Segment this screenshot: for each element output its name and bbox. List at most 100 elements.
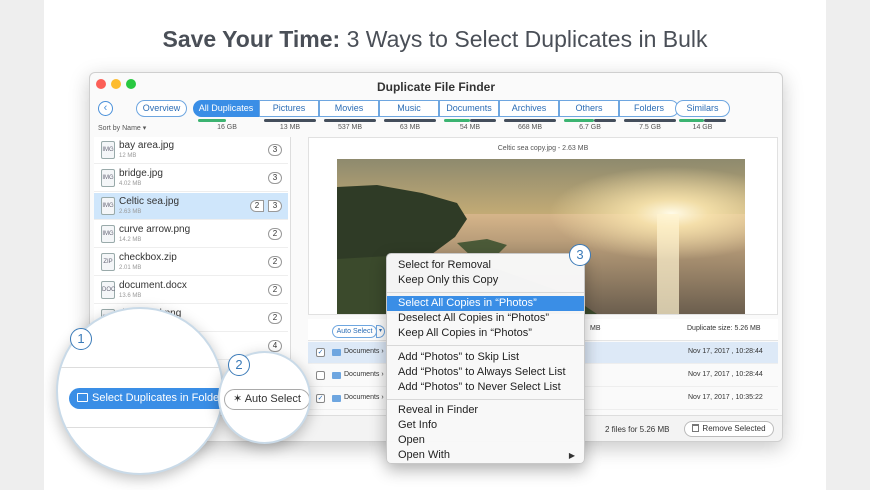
divider xyxy=(58,367,222,368)
movies-bar xyxy=(324,119,376,122)
document-file-icon: DOC xyxy=(101,281,115,299)
copies-count-badge: 2 xyxy=(268,312,282,324)
folders-bar xyxy=(624,119,676,122)
image-file-icon: IMG xyxy=(101,141,115,159)
wand-icon: ✶ xyxy=(233,393,245,405)
selection-summary: 2 files for 5.26 MB xyxy=(605,425,670,434)
submenu-arrow-icon: ▶ xyxy=(568,451,575,460)
pictures-bar xyxy=(264,119,316,122)
tab-others[interactable]: Others xyxy=(559,100,619,117)
image-file-icon: IMG xyxy=(101,169,115,187)
file-row-selected[interactable]: IMG Celtic sea.jpg 2.63 MB 2 3 xyxy=(94,193,288,220)
menu-item-open-with[interactable]: Open With ▶ xyxy=(387,448,584,463)
menu-item-select-for-removal[interactable]: Select for Removal xyxy=(387,258,584,273)
file-name: document.docx xyxy=(119,280,187,291)
similars-size: 14 GB xyxy=(692,124,713,131)
file-size: 2.01 MB xyxy=(119,265,142,271)
tab-all-duplicates[interactable]: All Duplicates xyxy=(193,100,259,117)
tab-folders[interactable]: Folders xyxy=(619,100,679,117)
menu-item-add-to-never-select[interactable]: Add “Photos” to Never Select List xyxy=(387,380,584,395)
row-checkbox[interactable]: ✓ xyxy=(316,348,325,357)
menu-item-add-to-skip-list[interactable]: Add “Photos” to Skip List xyxy=(387,350,584,365)
copies-count-badge: 4 xyxy=(268,340,282,352)
selected-count-badge: 2 xyxy=(250,200,264,212)
menu-item-keep-all-copies[interactable]: Keep All Copies in “Photos” xyxy=(387,326,584,341)
menu-separator xyxy=(387,345,584,346)
music-bar xyxy=(384,119,436,122)
row-checkbox[interactable] xyxy=(316,371,325,380)
trash-icon xyxy=(692,424,700,432)
copies-count-badge: 3 xyxy=(268,172,282,184)
documents-bar xyxy=(444,119,470,122)
tab-archives[interactable]: Archives xyxy=(499,100,559,117)
folders-size: 7.5 GB xyxy=(639,124,661,131)
menu-item-deselect-all-copies[interactable]: Deselect All Copies in “Photos” xyxy=(387,311,584,326)
step-badge-2: 2 xyxy=(228,354,250,376)
duplicate-size-label: Duplicate size: 5.26 MB xyxy=(687,325,761,332)
others-size: 6.7 GB xyxy=(579,124,601,131)
file-size: 12 MB xyxy=(119,153,137,159)
divider xyxy=(58,427,222,428)
remove-selected-button[interactable]: Remove Selected xyxy=(684,421,774,437)
auto-select-label: Auto Select xyxy=(244,393,301,405)
menu-item-select-all-copies[interactable]: Select All Copies in “Photos” xyxy=(387,296,584,311)
folder-icon xyxy=(332,349,341,356)
duplicate-path: Documents › xyxy=(344,394,384,401)
file-row[interactable]: DOC document.docx 13.6 MB 2 xyxy=(94,277,288,304)
open-with-label: Open With xyxy=(398,449,450,461)
copies-count-badge: 3 xyxy=(268,144,282,156)
auto-select-button[interactable]: ✶ Auto Select xyxy=(224,389,309,410)
row-checkbox[interactable]: ✓ xyxy=(316,394,325,403)
others-bar-rest xyxy=(594,119,616,122)
copies-count-badge: 2 xyxy=(268,228,282,240)
menu-item-add-to-always-select[interactable]: Add “Photos” to Always Select List xyxy=(387,365,584,380)
menu-item-open[interactable]: Open xyxy=(387,433,584,448)
step-badge-3: 3 xyxy=(569,244,591,266)
overview-button[interactable]: Overview xyxy=(136,100,187,117)
window-title: Duplicate File Finder xyxy=(376,80,496,94)
file-name: curve arrow.png xyxy=(119,224,191,235)
folder-icon xyxy=(332,395,341,402)
tab-music[interactable]: Music xyxy=(379,100,439,117)
file-size: 4.02 MB xyxy=(119,181,142,187)
tab-documents[interactable]: Documents xyxy=(439,100,499,117)
image-file-icon: IMG xyxy=(101,225,115,243)
duplicate-path: Documents › xyxy=(344,371,384,378)
pictures-size: 13 MB xyxy=(279,124,301,131)
similars-button[interactable]: Similars xyxy=(675,100,730,117)
archives-bar xyxy=(504,119,556,122)
file-row[interactable]: ZIP checkbox.zip 2.01 MB 2 xyxy=(94,249,288,276)
file-row[interactable]: IMG bridge.jpg 4.02 MB 3 xyxy=(94,165,288,192)
menu-item-keep-only-this-copy[interactable]: Keep Only this Copy xyxy=(387,273,584,288)
image-file-icon: IMG xyxy=(101,197,115,215)
duplicate-date: Nov 17, 2017 , 10:35:22 xyxy=(688,394,763,401)
menu-item-get-info[interactable]: Get Info xyxy=(387,418,584,433)
sort-by-menu[interactable]: Sort by Name ▾ xyxy=(98,124,146,132)
file-name: Celtic sea.jpg xyxy=(119,196,180,207)
select-duplicates-label: Select Duplicates in Folder xyxy=(92,392,223,404)
tab-movies[interactable]: Movies xyxy=(319,100,379,117)
file-row[interactable]: IMG curve arrow.png 14.2 MB 2 xyxy=(94,221,288,248)
file-name: bay area.jpg xyxy=(119,140,175,151)
all-duplicates-size: 16 GB xyxy=(217,124,237,131)
tab-pictures[interactable]: Pictures xyxy=(259,100,319,117)
auto-select-small-button[interactable]: Auto Select xyxy=(332,325,377,338)
select-duplicates-in-folder-button[interactable]: Select Duplicates in Folder xyxy=(69,388,223,409)
file-size: 2.63 MB xyxy=(119,209,142,215)
movies-size: 537 MB xyxy=(337,124,363,131)
context-menu: Select for Removal Keep Only this Copy S… xyxy=(386,253,585,464)
all-duplicates-bar xyxy=(198,119,226,122)
file-name: checkbox.zip xyxy=(119,252,177,263)
menu-item-reveal-in-finder[interactable]: Reveal in Finder xyxy=(387,403,584,418)
toolbar: ‹ Overview All Duplicates Pictures Movie… xyxy=(90,97,782,133)
copies-count-badge: 2 xyxy=(268,256,282,268)
similars-bar-rest xyxy=(704,119,726,122)
copies-count-badge: 2 xyxy=(268,284,282,296)
file-row[interactable]: IMG bay area.jpg 12 MB 3 xyxy=(94,137,288,164)
menu-separator xyxy=(387,399,584,400)
back-button[interactable]: ‹ xyxy=(98,101,113,116)
file-size: 14.2 MB xyxy=(119,237,142,243)
archives-size: 668 MB xyxy=(517,124,543,131)
folder-icon xyxy=(332,372,341,379)
file-name: bridge.jpg xyxy=(119,168,163,179)
